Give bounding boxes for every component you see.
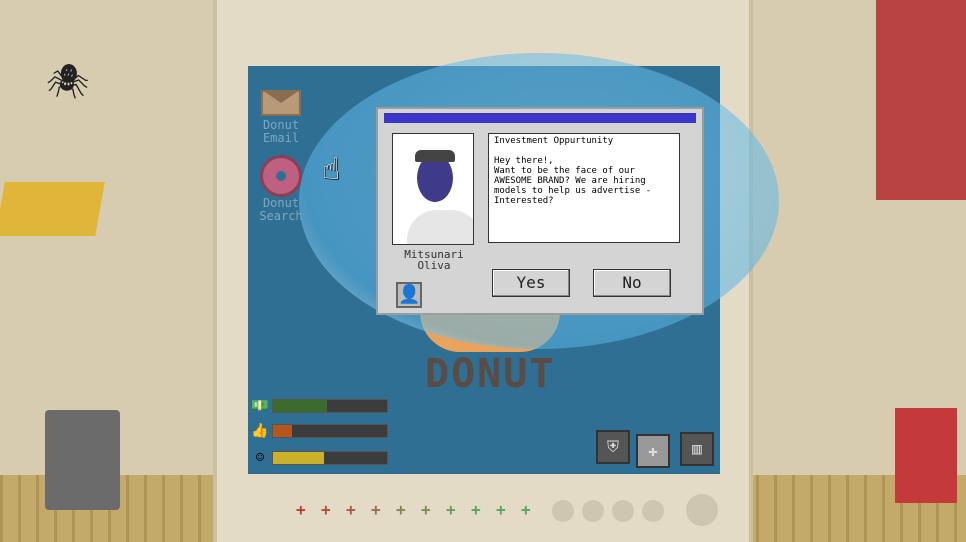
plus-icon: + [496,500,506,519]
logo-text: DONUT [425,351,556,397]
keyboard-decor [0,182,105,236]
happiness-bar [272,451,388,465]
plus-icon: + [396,500,406,519]
shield-icon[interactable]: ⛨ [596,430,630,464]
plus-icon: + [521,500,531,519]
yes-button[interactable]: Yes [492,269,570,297]
indicator-dot [642,500,664,522]
email-icon[interactable] [261,90,301,116]
fame-icon: 👍 [251,423,269,439]
pencil-cup [45,410,120,510]
plus-icon: + [321,500,331,519]
character-name: Mitsunari Oliva [404,248,464,272]
search-label[interactable]: Donut Search [251,197,311,223]
offer-dialog: Mitsunari Oliva 👤 Investment Oppurtunity… [376,107,704,315]
plus-icon: + [471,500,481,519]
portrait-body [407,210,473,244]
email-label[interactable]: Donut Email [251,119,311,145]
plus-icon: + [346,500,356,519]
indicator-dot [582,500,604,522]
message-text: Investment Oppurtunity Hey there!, Want … [488,133,680,243]
fame-bar [272,424,388,438]
plus-icon: + [296,500,306,519]
indicator-dot [552,500,574,522]
character-portrait [392,133,474,245]
dialog-titlebar [384,113,696,123]
monitor-bottom-row: + + + + + + + + + + [296,494,726,528]
hand-cursor-icon: ☝ [322,152,341,187]
robot-figure [876,0,966,200]
profile-icon[interactable]: 👤 [396,282,422,308]
happiness-icon: ☺ [255,450,265,466]
stats-icon[interactable]: ▥ [680,432,714,466]
portrait-hair [415,150,455,162]
donut-search-icon[interactable] [260,155,302,197]
spider-icon: 🕷 [46,62,90,102]
money-bar [272,399,388,413]
noodle-cup [895,408,957,503]
first-aid-icon[interactable]: ✚ [636,434,670,468]
plus-icon: + [371,500,381,519]
power-button[interactable] [686,494,718,526]
plus-icon: + [446,500,456,519]
money-icon: 💵 [251,398,269,414]
no-button[interactable]: No [593,269,671,297]
plus-icon: + [421,500,431,519]
indicator-dot [612,500,634,522]
